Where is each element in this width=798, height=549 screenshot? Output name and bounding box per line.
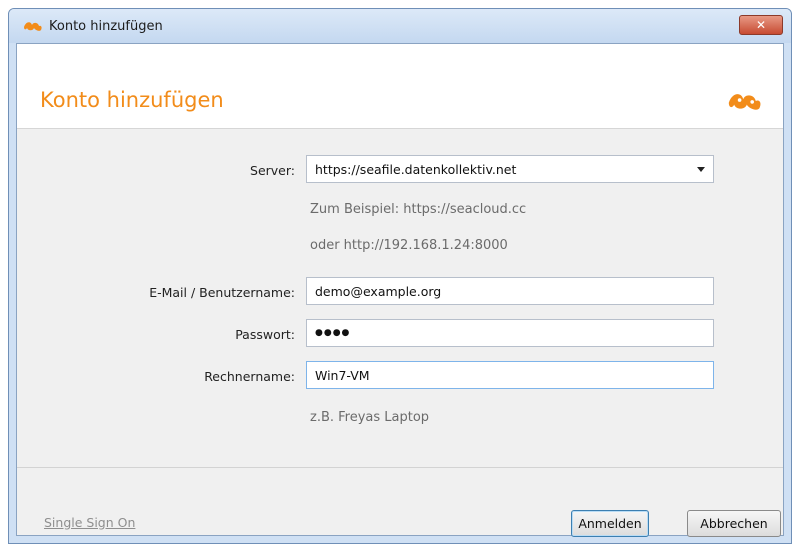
- server-value: https://seafile.datenkollektiv.net: [315, 161, 517, 177]
- email-label: E-Mail / Benutzername:: [149, 285, 295, 300]
- server-hint-alternative: oder http://192.168.1.24:8000: [310, 238, 508, 253]
- single-sign-on-link[interactable]: Single Sign On: [44, 515, 135, 530]
- seafile-logo-icon: [24, 22, 42, 31]
- password-field[interactable]: ●●●●: [306, 319, 714, 347]
- computer-name-value: Win7-VM: [315, 367, 370, 383]
- computer-name-field[interactable]: Win7-VM: [306, 361, 714, 389]
- computer-name-label: Rechnername:: [204, 369, 295, 384]
- close-button[interactable]: ✕: [739, 15, 783, 35]
- cancel-button[interactable]: Abbrechen: [687, 510, 781, 537]
- email-value: demo@example.org: [315, 283, 442, 299]
- window-title: Konto hinzufügen: [49, 18, 163, 34]
- seafile-logo-icon: [728, 94, 761, 110]
- login-button[interactable]: Anmelden: [571, 510, 649, 537]
- title-bar[interactable]: Konto hinzufügen ✕: [9, 9, 791, 43]
- server-label: Server:: [250, 163, 295, 178]
- close-icon: ✕: [755, 18, 767, 32]
- page-title: Konto hinzufügen: [40, 88, 224, 112]
- chevron-down-icon[interactable]: [697, 167, 705, 172]
- dialog-window: Konto hinzufügen ✕ Konto hinzufügen Serv…: [8, 8, 792, 544]
- server-hint-example: Zum Beispiel: https://seacloud.cc: [310, 202, 527, 217]
- computer-name-hint: z.B. Freyas Laptop: [310, 410, 430, 425]
- dialog-body: Konto hinzufügen Server: https://seafile…: [16, 43, 784, 537]
- password-value: ●●●●: [315, 328, 351, 338]
- footer-divider: [17, 467, 783, 468]
- server-select[interactable]: https://seafile.datenkollektiv.net: [306, 155, 714, 183]
- dialog-header: Konto hinzufügen: [17, 44, 783, 129]
- password-label: Passwort:: [235, 327, 295, 342]
- email-field[interactable]: demo@example.org: [306, 277, 714, 305]
